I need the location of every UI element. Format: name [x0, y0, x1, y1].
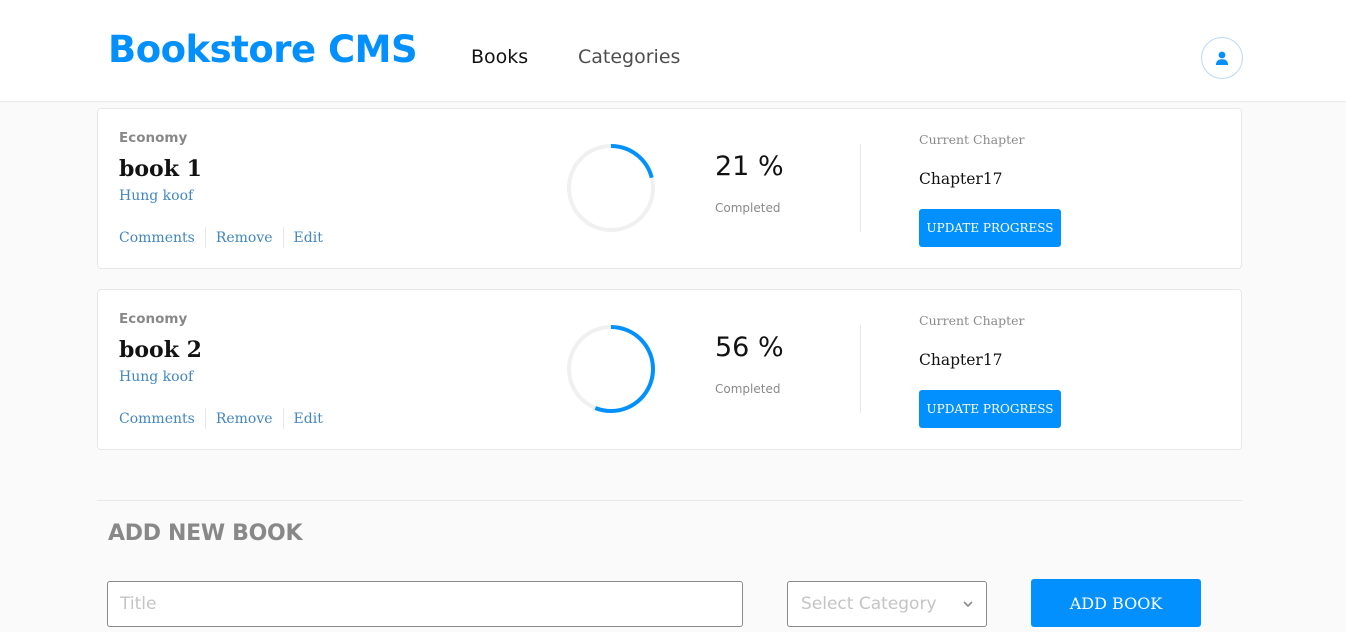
- book-author[interactable]: Hung koof: [119, 369, 193, 385]
- app-header: Bookstore CMS Books Categories: [0, 0, 1346, 102]
- book-title: book 2: [119, 337, 202, 363]
- app-logo[interactable]: Bookstore CMS: [108, 28, 418, 71]
- category-select-value: Select Category: [801, 594, 937, 614]
- nav-books[interactable]: Books: [471, 46, 528, 68]
- progress-ring: [567, 144, 655, 232]
- vertical-divider: [860, 325, 861, 413]
- vertical-divider: [860, 144, 861, 232]
- book-actions: Comments Remove Edit: [119, 227, 323, 248]
- comments-button[interactable]: Comments: [119, 411, 195, 427]
- progress-percent: 56 %: [715, 332, 784, 363]
- current-chapter-value: Chapter17: [919, 351, 1003, 369]
- progress-ring: [567, 325, 655, 413]
- user-icon: [1216, 51, 1228, 65]
- current-chapter-label: Current Chapter: [919, 313, 1025, 328]
- current-chapter-label: Current Chapter: [919, 132, 1025, 147]
- nav-categories[interactable]: Categories: [578, 46, 680, 68]
- book-card: Economy book 1 Hung koof Comments Remove…: [97, 108, 1242, 269]
- book-card: Economy book 2 Hung koof Comments Remove…: [97, 289, 1242, 450]
- update-progress-button[interactable]: UPDATE PROGRESS: [919, 390, 1061, 428]
- book-genre: Economy: [119, 311, 188, 327]
- remove-button[interactable]: Remove: [216, 411, 273, 427]
- action-divider: [282, 227, 284, 248]
- chevron-down-icon: [963, 600, 973, 607]
- action-divider: [282, 408, 284, 429]
- book-actions: Comments Remove Edit: [119, 408, 323, 429]
- completed-label: Completed: [715, 201, 781, 215]
- add-book-heading: ADD NEW BOOK: [108, 521, 303, 546]
- current-chapter-value: Chapter17: [919, 170, 1003, 188]
- remove-button[interactable]: Remove: [216, 230, 273, 246]
- edit-button[interactable]: Edit: [294, 411, 323, 427]
- book-title-input[interactable]: [107, 581, 743, 627]
- edit-button[interactable]: Edit: [294, 230, 323, 246]
- book-author[interactable]: Hung koof: [119, 188, 193, 204]
- category-select[interactable]: Select Category: [787, 581, 987, 627]
- action-divider: [204, 408, 206, 429]
- action-divider: [204, 227, 206, 248]
- comments-button[interactable]: Comments: [119, 230, 195, 246]
- add-book-button[interactable]: ADD BOOK: [1031, 579, 1201, 627]
- progress-percent: 21 %: [715, 151, 784, 182]
- book-title: book 1: [119, 156, 202, 182]
- update-progress-button[interactable]: UPDATE PROGRESS: [919, 209, 1061, 247]
- section-divider: [97, 500, 1242, 501]
- completed-label: Completed: [715, 382, 781, 396]
- user-avatar-button[interactable]: [1201, 37, 1243, 79]
- book-genre: Economy: [119, 130, 188, 146]
